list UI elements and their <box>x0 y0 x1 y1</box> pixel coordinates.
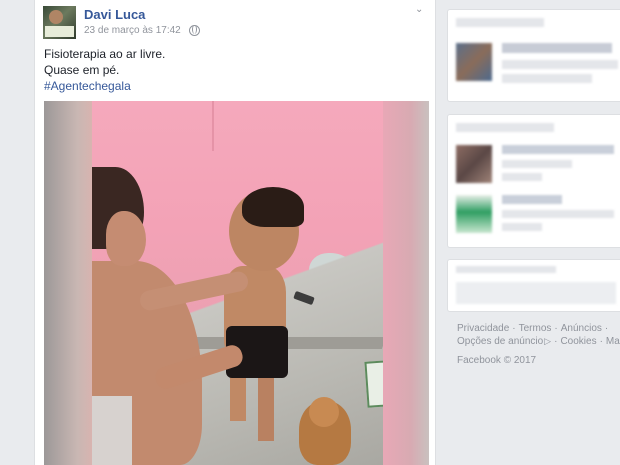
blurred-thumbnail <box>456 145 492 183</box>
sidebar-card-3[interactable] <box>447 259 620 312</box>
blurred-thumbnail <box>456 43 492 81</box>
blurred-heading <box>456 18 544 27</box>
blurred-text <box>456 282 616 304</box>
post-text-line-2: Quase em pé. <box>44 63 120 77</box>
separator: · <box>604 323 609 334</box>
author-avatar[interactable] <box>43 6 76 39</box>
blurred-text <box>502 223 542 231</box>
privacy-link[interactable]: Privacidade <box>457 323 509 334</box>
post-timestamp[interactable]: 23 de março às 17:42 <box>84 25 181 36</box>
woman-face <box>106 211 146 266</box>
terms-link[interactable]: Termos <box>519 323 552 334</box>
sidebar-card-2[interactable] <box>447 114 620 248</box>
copyright-text: Facebook © 2017 <box>457 355 537 366</box>
sidebar-card-1[interactable] <box>447 9 620 102</box>
blurred-text <box>502 195 562 204</box>
post-meta: 23 de março às 17:42 <box>84 25 200 36</box>
footer-row-2: Opções de anúncio▷·Cookies·Mais <box>457 335 620 348</box>
author-name-link[interactable]: Davi Luca <box>84 7 145 22</box>
blurred-text <box>502 60 618 69</box>
blurred-heading <box>456 123 554 132</box>
boy-leg <box>258 371 274 441</box>
chevron-down-icon[interactable]: ⌄ <box>415 4 423 15</box>
blurred-text <box>502 173 542 181</box>
blurred-thumbnail <box>456 195 492 233</box>
avatar-sign <box>45 26 74 37</box>
video-blur-left <box>44 101 92 465</box>
separator: · <box>599 336 603 347</box>
woman-skirt <box>92 396 132 465</box>
blurred-text <box>502 43 612 53</box>
feed-post: Davi Luca 23 de março às 17:42 ⌄ Fisiote… <box>34 0 436 465</box>
globe-icon[interactable] <box>188 25 200 36</box>
post-text: Fisioterapia ao ar livre. Quase em pé. #… <box>44 46 165 94</box>
post-video[interactable] <box>44 101 429 465</box>
separator: · <box>554 323 558 334</box>
blurred-heading <box>456 266 556 273</box>
boy-hair <box>242 187 304 227</box>
video-blur-right <box>383 101 429 465</box>
post-text-line-1: Fisioterapia ao ar livre. <box>44 47 166 61</box>
boy-leg <box>230 371 246 421</box>
footer-row-1: Privacidade · Termos · Anúncios · <box>457 322 620 335</box>
blurred-text <box>502 210 614 218</box>
avatar-face <box>49 10 63 24</box>
ads-link[interactable]: Anúncios <box>561 323 602 334</box>
blurred-text <box>502 160 572 168</box>
cookies-link[interactable]: Cookies <box>560 336 596 347</box>
ad-choices-link[interactable]: Opções de anúncio <box>457 336 543 347</box>
hashtag-link[interactable]: #Agentechegala <box>44 78 165 94</box>
blurred-text <box>502 145 614 154</box>
sidebar-footer-links: Privacidade · Termos · Anúncios · Opções de a… <box>457 322 620 348</box>
wall-crack <box>212 101 214 151</box>
teddy-bear-head <box>309 397 339 427</box>
separator: · <box>512 323 516 334</box>
blurred-text <box>502 74 592 83</box>
more-link[interactable]: Mais <box>606 336 620 347</box>
